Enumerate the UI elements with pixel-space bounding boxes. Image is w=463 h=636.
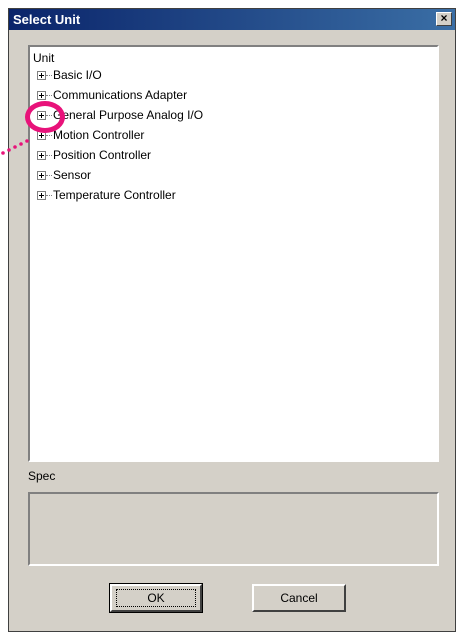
tree-connector xyxy=(46,95,52,96)
expand-icon[interactable] xyxy=(37,151,46,160)
tree-connector xyxy=(46,175,52,176)
select-unit-dialog: Select Unit × Unit Basic I/O Communicati… xyxy=(8,8,456,632)
expand-icon[interactable] xyxy=(37,191,46,200)
spec-box xyxy=(28,492,439,566)
annotation-dots xyxy=(1,139,29,155)
cancel-button-label: Cancel xyxy=(280,591,318,605)
tree-connector xyxy=(46,155,52,156)
tree-item-label[interactable]: Sensor xyxy=(53,168,91,182)
expand-icon[interactable] xyxy=(37,171,46,180)
unit-tree[interactable]: Unit Basic I/O Communications Adapter Ge… xyxy=(28,45,439,462)
tree-item-label[interactable]: Position Controller xyxy=(53,148,151,162)
tree-item-label[interactable]: Communications Adapter xyxy=(53,88,187,102)
tree-root-label: Unit xyxy=(33,51,55,65)
tree-connector xyxy=(46,135,52,136)
dialog-title: Select Unit xyxy=(13,12,81,27)
tree-item-label[interactable]: Basic I/O xyxy=(53,68,102,82)
tree-connector xyxy=(46,75,52,76)
tree-item-label[interactable]: Motion Controller xyxy=(53,128,144,142)
title-bar[interactable]: Select Unit × xyxy=(9,9,455,30)
expand-icon[interactable] xyxy=(37,91,46,100)
tree-item-label[interactable]: Temperature Controller xyxy=(53,188,176,202)
cancel-button[interactable]: Cancel xyxy=(252,584,346,612)
focus-rectangle xyxy=(116,589,196,607)
tree-connector xyxy=(46,195,52,196)
tree-item-label[interactable]: General Purpose Analog I/O xyxy=(53,108,203,122)
highlight-circle xyxy=(25,101,65,133)
spec-label: Spec xyxy=(28,469,56,483)
expand-icon[interactable] xyxy=(37,71,46,80)
ok-button[interactable]: OK xyxy=(109,583,203,613)
close-icon[interactable]: × xyxy=(436,12,452,26)
